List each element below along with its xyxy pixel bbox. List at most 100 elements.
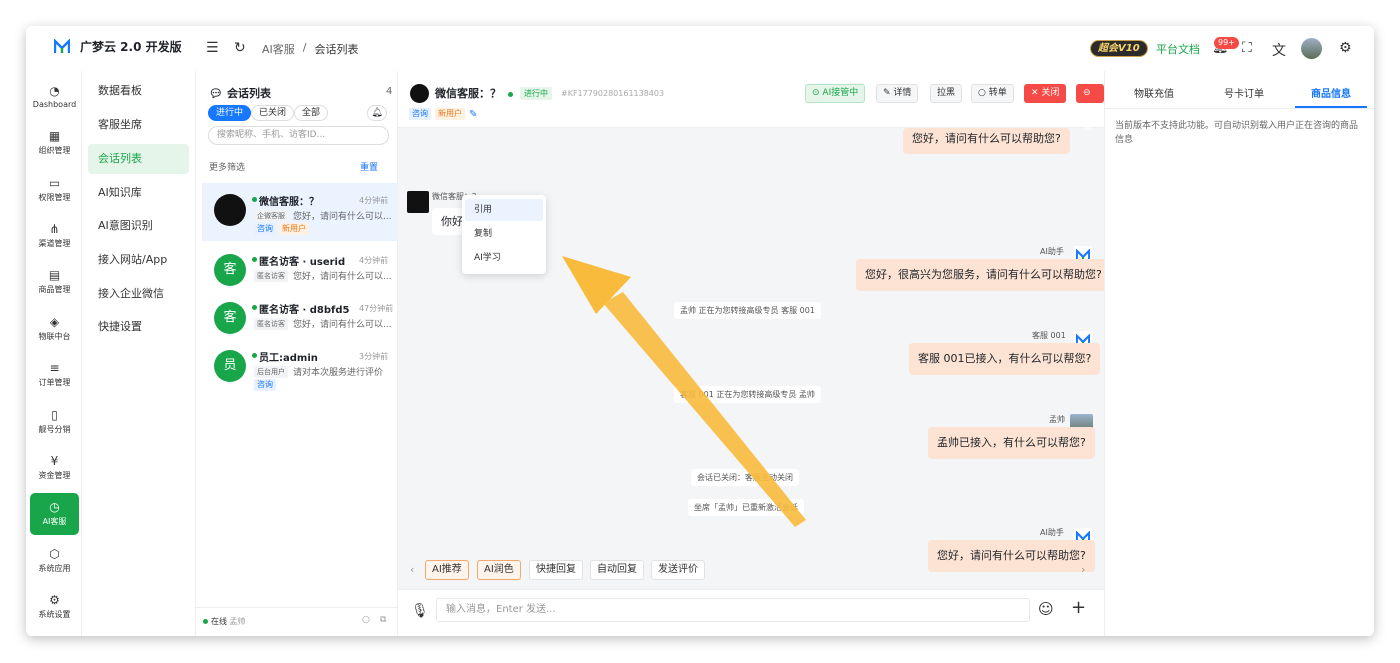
translate-icon[interactable]: 文 <box>1272 40 1286 60</box>
online-dot <box>203 619 208 624</box>
menu-item-copy[interactable]: 复制 <box>465 223 543 245</box>
nav-label: Dashboard <box>32 100 77 109</box>
notify-bell-icon[interactable]: 🔔︎ <box>367 105 387 121</box>
message-bubble[interactable]: 您好，请问有什么可以帮助您? <box>903 128 1070 154</box>
tab-product-info[interactable]: 商品信息 <box>1311 85 1351 100</box>
conversation-item[interactable]: 微信客服：？ 4分钟前 企微客服 您好，请问有什么可以... 咨询 新用户 <box>202 183 398 241</box>
nav-label: AI客服 <box>42 517 67 526</box>
button-label: 详情 <box>893 88 912 98</box>
ai-recommend-button[interactable]: AI推荐 <box>425 560 469 580</box>
filter-ongoing[interactable]: 进行中 <box>208 105 252 121</box>
sender-name: AI助手 <box>1040 247 1064 256</box>
menu-fold-icon[interactable]: ☰ <box>206 40 219 56</box>
submenu-dashboard[interactable]: 数据看板 <box>88 76 189 106</box>
block-button[interactable]: 拉黑 <box>930 84 963 103</box>
message-bubble[interactable]: 客服 001已接入，有什么可以帮您? <box>909 343 1101 375</box>
send-rating-button[interactable]: 发送评价 <box>651 560 705 580</box>
submenu-intent[interactable]: AI意图识别 <box>88 211 189 241</box>
external-link-icon[interactable]: ⧉ <box>380 615 386 625</box>
filter-closed[interactable]: 已关闭 <box>251 105 295 121</box>
refresh-icon[interactable]: ○ <box>362 615 370 625</box>
nav-item-settings[interactable]: ⚙ 系统设置 <box>30 586 79 628</box>
vip-badge[interactable]: 超会V10 <box>1090 40 1148 57</box>
nav-item-number[interactable]: ▯ 靓号分销 <box>30 401 79 443</box>
platform-doc-link[interactable]: 平台文档 <box>1156 41 1200 57</box>
chat-header: 微信客服：？ 进行中 #KF17790280161138403 咨询 新用户 ✎… <box>398 71 1104 132</box>
logo[interactable]: 广梦云 2.0 开发版 <box>54 38 182 55</box>
nav-item-channel[interactable]: ⋔ 渠道管理 <box>30 215 79 257</box>
nav-item-org[interactable]: ▦ 组织管理 <box>30 122 79 164</box>
reset-filter-button[interactable]: 重置 <box>360 160 378 173</box>
ai-polish-button[interactable]: AI润色 <box>477 560 521 580</box>
nav-item-app[interactable]: ⬡ 系统应用 <box>30 540 79 582</box>
conv-name: 微信客服：？ <box>259 197 319 208</box>
edit-pencil-icon[interactable]: ✎ <box>469 109 477 120</box>
conv-count: 4 <box>386 86 393 97</box>
chevron-right-icon[interactable]: › <box>1081 563 1085 576</box>
conv-last-message: 您好，请问有什么可以... <box>293 212 392 222</box>
menu-item-ai-learn[interactable]: AI学习 <box>465 247 543 269</box>
delete-button[interactable]: ⊖ 删除 <box>1076 84 1104 132</box>
online-status-text: 在线 <box>211 617 227 626</box>
submenu-website[interactable]: 接入网站/App <box>88 245 189 275</box>
logo-icon <box>54 38 70 53</box>
auto-reply-button[interactable]: 自动回复 <box>590 560 644 580</box>
message-bubble[interactable]: 孟帅已接入，有什么可以帮您? <box>928 427 1095 459</box>
close-button[interactable]: ✕ 关闭 <box>1024 84 1067 103</box>
quick-reply-button[interactable]: 快捷回复 <box>529 560 583 580</box>
chevron-left-icon[interactable]: ‹ <box>410 563 414 576</box>
online-status[interactable]: 在线 孟帅 <box>211 616 246 627</box>
nav-item-iot[interactable]: ◈ 物联中台 <box>30 308 79 350</box>
active-tab-indicator <box>1295 106 1367 108</box>
plus-icon[interactable]: + <box>1071 597 1086 618</box>
microphone-icon[interactable]: 🎙︎ <box>411 603 429 619</box>
tab-iot-recharge[interactable]: 物联充值 <box>1134 85 1174 100</box>
nav-item-order[interactable]: ≡ 订单管理 <box>30 354 79 396</box>
button-label: 转单 <box>988 88 1007 98</box>
submenu-quick-settings[interactable]: 快捷设置 <box>88 312 189 342</box>
nav-item-ai-service[interactable]: ◷ AI客服 <box>30 493 79 535</box>
sender-name: AI助手 <box>1040 528 1064 537</box>
gear-icon: ⚙ <box>49 593 60 607</box>
message-bubble[interactable]: 您好，很高兴为您服务，请问有什么可以帮助您? <box>856 259 1111 291</box>
breadcrumb: AI客服 / 会话列表 <box>262 41 359 57</box>
nav-label: 渠道管理 <box>38 239 71 248</box>
tab-card-order[interactable]: 号卡订单 <box>1224 85 1264 100</box>
submenu-wecom[interactable]: 接入企业微信 <box>88 279 189 309</box>
detail-button[interactable]: ✎ 详情 <box>876 84 919 103</box>
refresh-icon[interactable]: ↻ <box>234 40 246 56</box>
context-menu: 引用 复制 AI学习 <box>462 195 546 274</box>
nav-item-permission[interactable]: ▭ 权限管理 <box>30 169 79 211</box>
phone-icon: ▯ <box>51 408 58 422</box>
conv-avatar: 员 <box>214 350 246 382</box>
user-avatar[interactable] <box>1301 38 1322 59</box>
conv-search-input[interactable]: 搜索昵称、手机、访客ID... <box>208 126 389 145</box>
transfer-button[interactable]: ○ 转单 <box>971 84 1014 103</box>
settings-gear-icon[interactable]: ⚙ <box>1339 40 1352 56</box>
filter-all[interactable]: 全部 <box>294 105 329 121</box>
more-filter[interactable]: 更多筛选 <box>209 160 245 173</box>
submenu-agents[interactable]: 客服坐席 <box>88 110 189 140</box>
submenu-knowledge[interactable]: AI知识库 <box>88 178 189 208</box>
chat-title: 微信客服：？ <box>435 87 501 100</box>
ai-takeover-button[interactable]: ⊙ AI接管中 <box>805 84 866 103</box>
breadcrumb-item[interactable]: AI客服 <box>262 41 295 57</box>
box-icon: ⬡ <box>49 547 60 561</box>
breadcrumb-current: 会话列表 <box>314 43 359 56</box>
menu-item-quote[interactable]: 引用 <box>465 199 543 221</box>
nav-item-product[interactable]: ▤ 商品管理 <box>30 261 79 303</box>
conversation-list: 💬︎ 会话列表 4 进行中 已关闭 全部 🔔︎ 搜索昵称、手机、访客ID... … <box>196 71 398 636</box>
nav-item-fund[interactable]: ¥ 资金管理 <box>30 447 79 489</box>
fullscreen-icon[interactable]: ⛶ <box>1242 40 1252 56</box>
conversation-item[interactable]: 员 员工:admin 3分钟前 后台用户 请对本次服务进行评价 咨询 <box>202 339 398 397</box>
emoji-icon[interactable]: ☺ <box>1038 600 1054 618</box>
submenu-conversations[interactable]: 会话列表 <box>88 144 189 174</box>
nav-item-dashboard[interactable]: ◔ Dashboard <box>30 76 79 118</box>
conv-source: 企微客服 <box>254 210 288 222</box>
top-header: 广梦云 2.0 开发版 ☰ ↻ AI客服 / 会话列表 超会V10 平台文档 🔔… <box>26 26 1374 71</box>
nav-label: 系统设置 <box>38 610 71 619</box>
network-icon: ⋔ <box>49 222 60 236</box>
message-input[interactable]: 输入消息，Enter 发送... <box>436 598 1030 622</box>
nav-label: 订单管理 <box>38 378 71 387</box>
tag: 新用户 <box>279 223 309 235</box>
